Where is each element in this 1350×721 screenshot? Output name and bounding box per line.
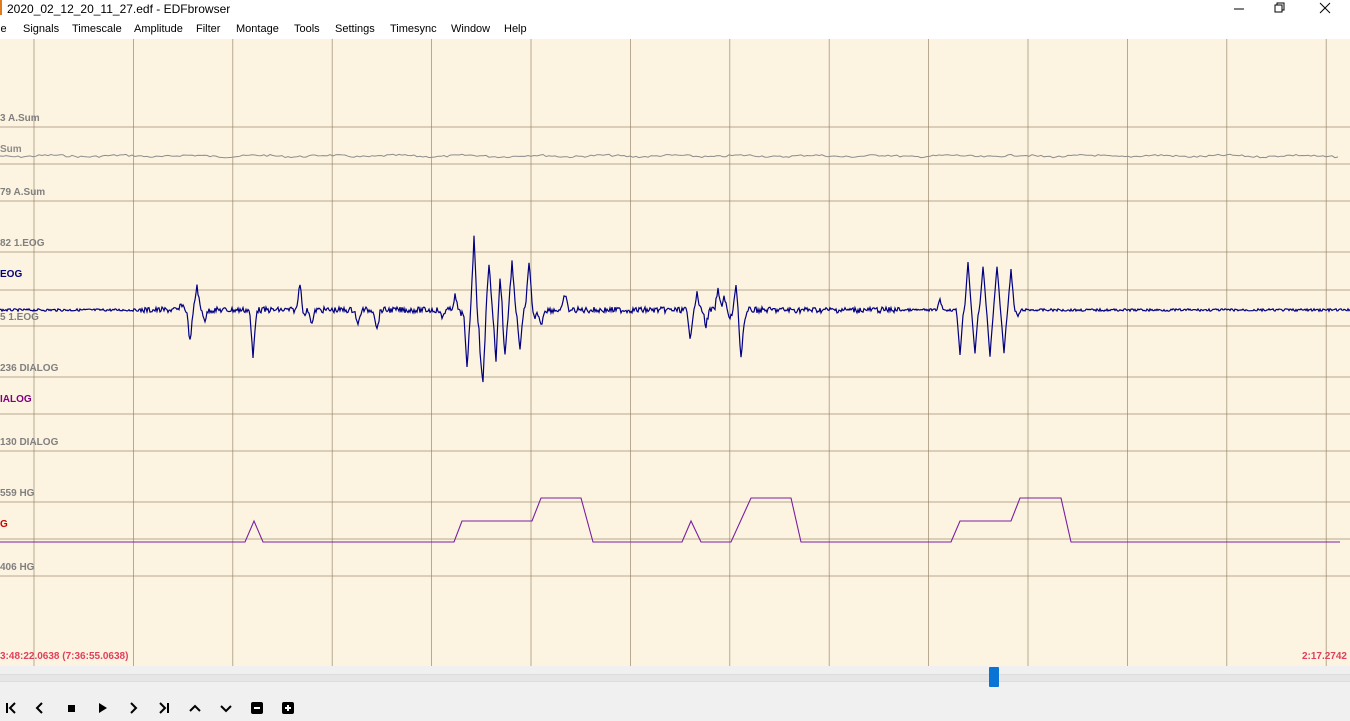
- time-position-label: 3:48:22.0638 (7:36:55.0638): [0, 651, 129, 662]
- menu-timesync[interactable]: Timesync: [390, 23, 437, 35]
- next-button[interactable]: [122, 698, 144, 718]
- time-scrollbar[interactable]: [0, 674, 1350, 682]
- sum-top-label: 3 A.Sum: [0, 113, 40, 124]
- sum-name-label[interactable]: Sum: [0, 144, 22, 155]
- sum-trace: [0, 153, 1339, 159]
- eog-name-label[interactable]: EOG: [0, 269, 22, 280]
- prev-button[interactable]: [29, 698, 51, 718]
- menu-window[interactable]: Window: [451, 23, 490, 35]
- menu-signals[interactable]: Signals: [23, 23, 59, 35]
- eog-bottom-label: 5 1.EOG: [0, 312, 39, 323]
- eog-top-label: 82 1.EOG: [0, 238, 45, 249]
- time-duration-label: 2:17.2742: [1301, 651, 1347, 662]
- signal-canvas: [0, 39, 1350, 666]
- menu-filter[interactable]: Filter: [196, 23, 220, 35]
- app-icon: [0, 0, 2, 15]
- dialog-top-label: 236 DIALOG: [0, 363, 59, 374]
- play-button[interactable]: [91, 698, 113, 718]
- stop-button[interactable]: [60, 698, 82, 718]
- minimize-button[interactable]: [1220, 0, 1260, 19]
- skip-first-icon: [6, 702, 16, 714]
- hg-trace: [0, 497, 1340, 543]
- menu-help[interactable]: Help: [504, 23, 527, 35]
- close-button[interactable]: [1305, 0, 1345, 19]
- bottom-bar: [0, 666, 1350, 721]
- menu-amplitude[interactable]: Amplitude: [134, 23, 183, 35]
- menu-montage[interactable]: Montage: [236, 23, 279, 35]
- up-icon: [189, 704, 201, 712]
- menu-tools[interactable]: Tools: [294, 23, 320, 35]
- plus-icon: [282, 702, 294, 714]
- skip-last-button[interactable]: [153, 698, 175, 718]
- menu-file[interactable]: le: [0, 23, 7, 35]
- hg-name-label[interactable]: G: [0, 519, 8, 530]
- eog-trace: [0, 235, 1350, 383]
- signal-view[interactable]: 3 A.Sum Sum 79 A.Sum 82 1.EOG EOG 5 1.EO…: [0, 39, 1350, 666]
- sum-bottom-label: 79 A.Sum: [0, 187, 46, 198]
- skip-first-button[interactable]: [0, 698, 22, 718]
- prev-icon: [35, 702, 43, 714]
- window-title: 2020_02_12_20_11_27.edf - EDFbrowser: [7, 2, 231, 16]
- menu-bar: le Signals Timescale Amplitude Filter Mo…: [0, 19, 1350, 39]
- dialog-bottom-label: 130 DIALOG: [0, 437, 59, 448]
- zoom-in-button[interactable]: [277, 698, 299, 718]
- dialog-name-label[interactable]: IALOG: [0, 394, 32, 405]
- stop-icon: [68, 705, 75, 712]
- skip-last-icon: [159, 702, 169, 714]
- scroll-up-button[interactable]: [184, 698, 206, 718]
- hg-top-label: 559 HG: [0, 488, 35, 499]
- play-icon: [99, 703, 107, 713]
- zoom-out-button[interactable]: [246, 698, 268, 718]
- title-bar: 2020_02_12_20_11_27.edf - EDFbrowser: [0, 0, 1350, 19]
- grid-lines: [0, 39, 1350, 666]
- time-scrollbar-handle[interactable]: [989, 667, 999, 687]
- menu-settings[interactable]: Settings: [335, 23, 375, 35]
- scroll-down-button[interactable]: [215, 698, 237, 718]
- restore-button[interactable]: [1260, 0, 1300, 19]
- next-icon: [130, 702, 138, 714]
- minus-icon: [251, 702, 263, 714]
- menu-timescale[interactable]: Timescale: [72, 23, 122, 35]
- hg-bottom-label: 406 HG: [0, 562, 35, 573]
- down-icon: [220, 705, 232, 713]
